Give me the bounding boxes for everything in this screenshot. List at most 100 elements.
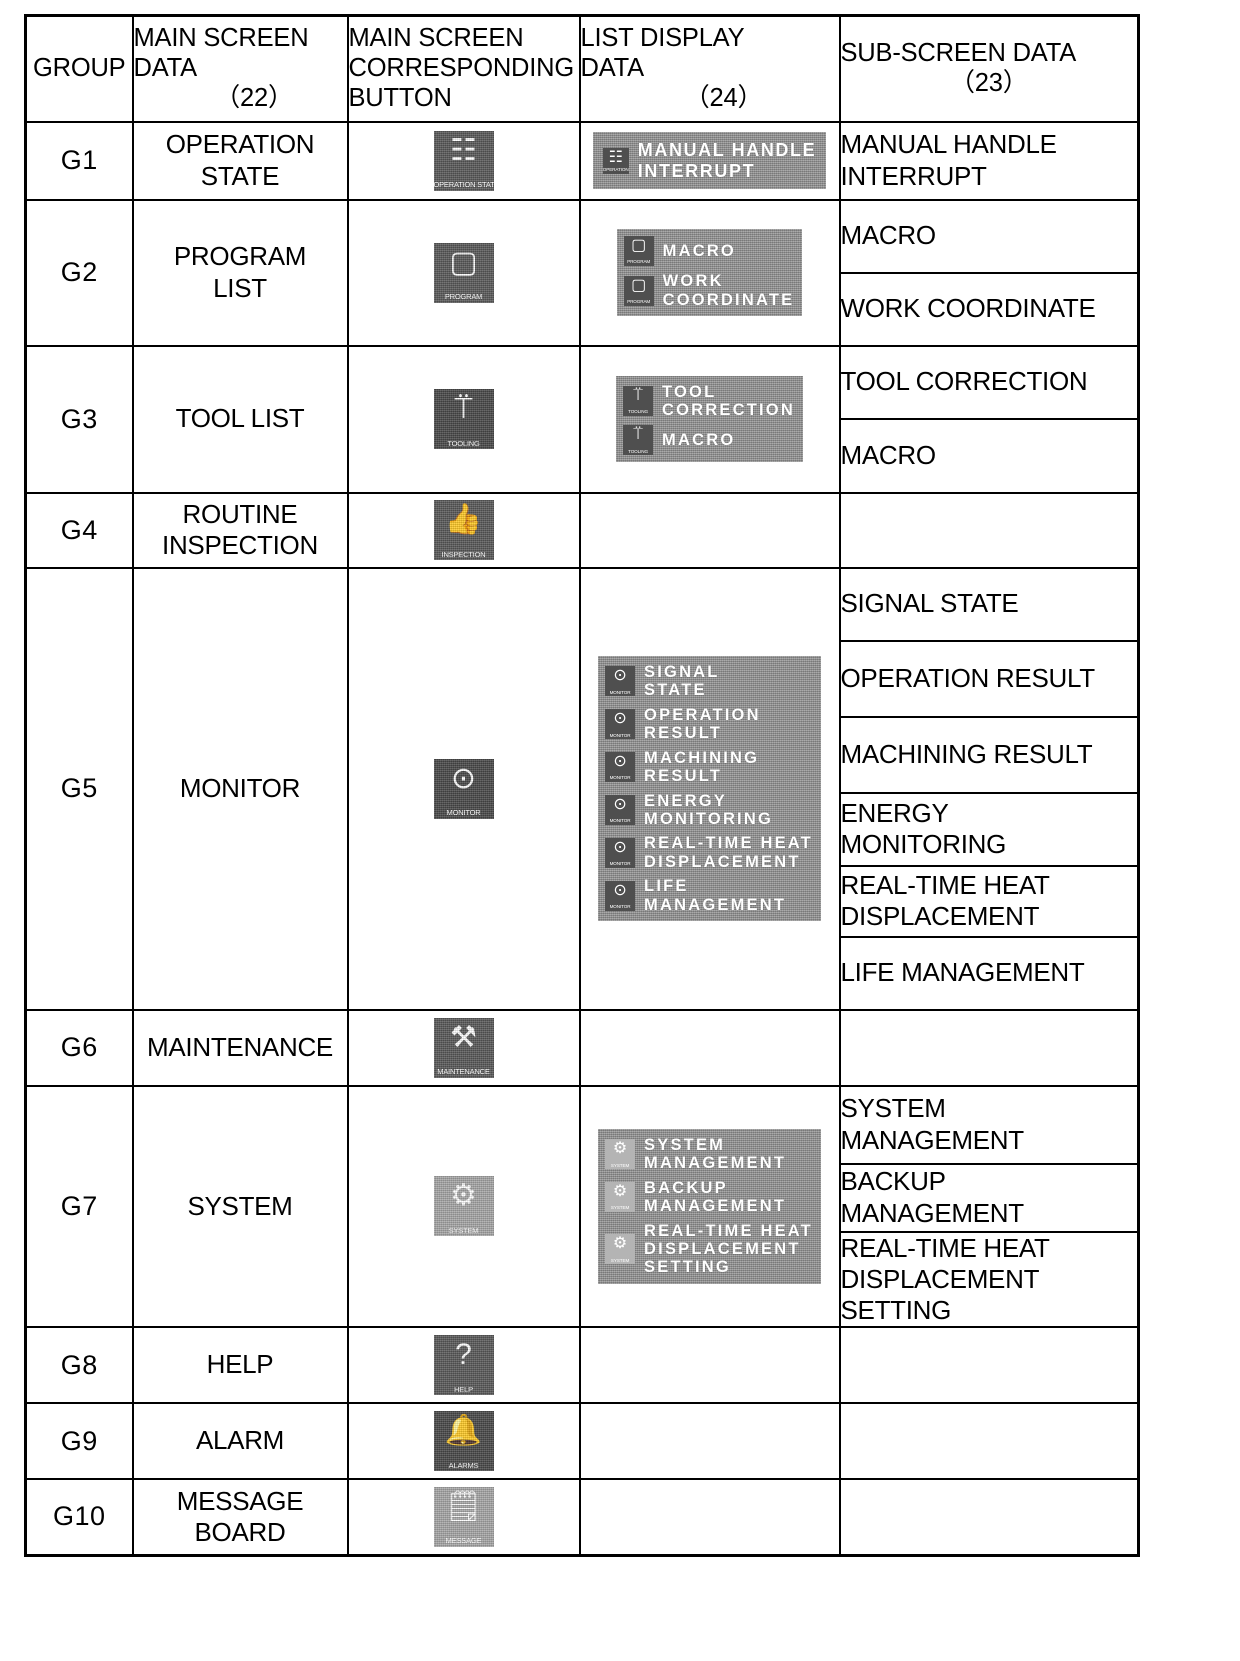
- list-item-icon-caption: PROGRAM: [627, 299, 651, 304]
- main-screen-data-cell: PROGRAM LIST: [131, 198, 349, 347]
- list-item-label: REAL-TIME HEAT DISPLACEMENT: [644, 834, 813, 871]
- list-item-label: TOOL CORRECTION: [662, 382, 795, 419]
- thumbs-up-icon[interactable]: 👍 INSPECTION: [433, 500, 494, 560]
- gears-icon[interactable]: ⚙ SYSTEM: [433, 1176, 494, 1237]
- list-item-label: OPERATION RESULT: [644, 705, 761, 743]
- list-display-panel[interactable]: ▢ PROGRAM MACRO ▢ PROGRAM WORK COORDINATE: [616, 229, 803, 316]
- main-screen-button-cell: ⚙ SYSTEM: [346, 1084, 581, 1329]
- list-item[interactable]: ▢ PROGRAM MACRO: [623, 236, 795, 267]
- table-row: G5 MONITOR ⊙ MONITOR ⊙ MONITOR SIGNAL STATE ⊙ MO…: [24, 566, 1140, 1011]
- bell-icon[interactable]: 🔔 ALARMS: [433, 1411, 494, 1472]
- main-screen-data-label: MESSAGE BOARD: [176, 1485, 304, 1547]
- list-item-icon-caption: TOOLING: [628, 410, 648, 415]
- table-row: G1 OPERATION STATE ☷ OPERATION STATE ☷ OPERAT…: [24, 120, 1140, 201]
- sub-screen-data-cell: [838, 1008, 1140, 1087]
- list-display-data-cell: [578, 1326, 841, 1405]
- sub-screen-data-label: REAL-TIME HEAT DISPLACEMENT SETTING: [840, 1232, 1050, 1325]
- table-row: G6 MAINTENANCE ⚒ MAINTENANCE: [24, 1008, 1140, 1087]
- main-screen-data-label: TOOL LIST: [175, 403, 305, 434]
- gears-icon-glyph: ⚙: [450, 1179, 477, 1213]
- main-screen-data-cell: ALARM: [131, 1402, 349, 1481]
- button-caption: INSPECTION: [441, 550, 486, 558]
- table-body: G1 OPERATION STATE ☷ OPERATION STATE ☷ OPERAT…: [24, 120, 1140, 1557]
- header-sub-screen-data-number: （23）: [949, 68, 1029, 97]
- bell-icon-glyph: 🔔: [444, 1414, 483, 1448]
- tooling-icon[interactable]: ⍡ TOOLING: [433, 389, 494, 449]
- tooling-icon-glyph: ⍡: [633, 426, 643, 444]
- message-board-icon-glyph: 🗒: [444, 1489, 483, 1523]
- button-caption: HELP: [454, 1385, 473, 1394]
- list-display-data-cell: ▢ PROGRAM MACRO ▢ PROGRAM WORK COORDINATE: [578, 198, 841, 347]
- list-item-label: MACRO: [662, 241, 736, 260]
- main-screen-data-label: SYSTEM: [187, 1190, 293, 1221]
- header-group-label: GROUP: [32, 53, 126, 82]
- list-display-panel[interactable]: ☷OPERATION STATE MANUAL HANDLE INTERRUPT: [592, 132, 827, 189]
- list-item[interactable]: ⊙ MONITOR ENERGY MONITORING: [605, 792, 813, 829]
- list-item-label: MACRO: [662, 431, 736, 450]
- list-item[interactable]: ⚙ SYSTEM SYSTEM MANAGEMENT: [605, 1136, 813, 1173]
- main-screen-button-cell: 🔔 ALARMS: [346, 1402, 581, 1481]
- main-screen-data-cell: ROUTINE INSPECTION: [131, 491, 349, 569]
- sub-screen-data-label: MACHINING RESULT: [840, 738, 1093, 769]
- group-cell: G2: [24, 198, 134, 347]
- gears-icon-glyph: ⚙: [612, 1140, 628, 1158]
- main-screen-data-cell: SYSTEM: [131, 1084, 349, 1329]
- group-cell: G9: [24, 1402, 134, 1481]
- program-icon[interactable]: ▢ PROGRAM: [433, 242, 494, 303]
- list-display-data-cell: ⊙ MONITOR SIGNAL STATE ⊙ MONITOR OPERATION RE…: [578, 566, 841, 1011]
- sub-screen-data-cell: MACHINING RESULT: [838, 715, 1140, 794]
- list-display-panel[interactable]: ⊙ MONITOR SIGNAL STATE ⊙ MONITOR OPERATION RE…: [598, 655, 821, 922]
- monitor-icon-glyph: ⊙: [613, 838, 627, 856]
- list-item[interactable]: ⍡ TOOLING MACRO: [623, 425, 795, 456]
- list-item[interactable]: ⊙ MONITOR MACHINING RESULT: [605, 749, 813, 786]
- list-display-panel[interactable]: ⍡ TOOLING TOOL CORRECTION ⍡ TOOLING MACRO: [616, 375, 803, 463]
- sub-screen-data-label: REAL-TIME HEAT DISPLACEMENT: [840, 869, 1050, 931]
- main-screen-button-cell: ⍡ TOOLING: [346, 344, 581, 494]
- sub-screen-data-label: ENERGY MONITORING: [840, 797, 1007, 859]
- tools-icon[interactable]: ⚒ MAINTENANCE: [433, 1017, 494, 1078]
- list-item[interactable]: ⚙ SYSTEM BACKUP MANAGEMENT: [605, 1179, 813, 1216]
- program-icon-glyph: ▢: [631, 237, 647, 255]
- list-item-icon-caption: OPERATION STATE: [602, 167, 629, 172]
- list-item-icon-caption: MONITOR: [609, 690, 631, 695]
- button-caption: OPERATION STATE: [433, 181, 494, 189]
- list-display-data-cell: ☷OPERATION STATE MANUAL HANDLE INTERRUPT: [578, 120, 841, 201]
- table-row: G2 PROGRAM LIST ▢ PROGRAM ▢ PROGRAM MACRO ▢ PROG…: [24, 198, 1140, 347]
- sub-screen-data-cell: SIGNAL STATE: [838, 566, 1140, 642]
- list-item[interactable]: ⊙ MONITOR SIGNAL STATE: [605, 663, 813, 700]
- main-screen-button-cell: ⚒ MAINTENANCE: [346, 1008, 581, 1087]
- thumbs-up-icon-glyph: 👍: [444, 503, 483, 536]
- monitor-icon-glyph: ⊙: [613, 795, 627, 813]
- list-display-panel[interactable]: ⚙ SYSTEM SYSTEM MANAGEMENT ⚙ SYSTEM BACKUP MA…: [598, 1128, 821, 1285]
- header-main-screen-data: MAIN SCREEN DATA （22）: [131, 14, 349, 123]
- sub-screen-data-cell: REAL-TIME HEAT DISPLACEMENT SETTING: [838, 1230, 1140, 1329]
- list-item[interactable]: ⊙ MONITOR REAL-TIME HEAT DISPLACEMENT: [605, 834, 813, 871]
- main-screen-data-label: MONITOR: [179, 772, 301, 803]
- group-cell: G6: [24, 1008, 134, 1087]
- list-item[interactable]: ▢ PROGRAM WORK COORDINATE: [623, 272, 795, 309]
- button-caption: PROGRAM: [444, 293, 483, 301]
- program-icon-glyph: ▢: [449, 245, 478, 279]
- sub-screen-data-label: SYSTEM MANAGEMENT: [840, 1093, 1025, 1155]
- group-cell: G1: [24, 120, 134, 201]
- monitor-icon[interactable]: ⊙ MONITOR: [433, 758, 494, 819]
- list-item[interactable]: ⊙ MONITOR OPERATION RESULT: [605, 706, 813, 743]
- message-board-icon[interactable]: 🗒 MESSAGE: [433, 1486, 494, 1547]
- list-item[interactable]: ⊙ MONITOR LIFE MANAGEMENT: [605, 877, 813, 914]
- list-item[interactable]: ⍡ TOOLING TOOL CORRECTION: [623, 383, 795, 420]
- header-main-screen-data-number: （22）: [214, 83, 294, 112]
- question-mark-icon[interactable]: ? HELP: [433, 1335, 494, 1396]
- list-item-icon-caption: MONITOR: [609, 862, 631, 867]
- sub-screen-data-cell: ENERGY MONITORING: [838, 791, 1140, 867]
- sub-screen-data-cell: LIFE MANAGEMENT: [838, 935, 1140, 1011]
- list-item[interactable]: ☷OPERATION STATE MANUAL HANDLE INTERRUPT: [602, 140, 816, 181]
- sub-screen-data-cell: MANUAL HANDLE INTERRUPT: [838, 120, 1140, 201]
- list-item[interactable]: ⚙ SYSTEM REAL-TIME HEAT DISPLACEMENT SETTI…: [605, 1222, 813, 1277]
- main-screen-data-label: ROUTINE INSPECTION: [162, 498, 318, 560]
- list-item-label: LIFE MANAGEMENT: [644, 877, 787, 914]
- button-caption: MONITOR: [446, 809, 481, 817]
- operation-state-icon[interactable]: ☷ OPERATION STATE: [433, 130, 494, 191]
- main-screen-data-label: MAINTENANCE: [147, 1031, 333, 1062]
- table-header: GROUP MAIN SCREEN DATA （22） MAIN SCREEN …: [24, 14, 1140, 123]
- monitor-icon-glyph: ⊙: [613, 881, 627, 899]
